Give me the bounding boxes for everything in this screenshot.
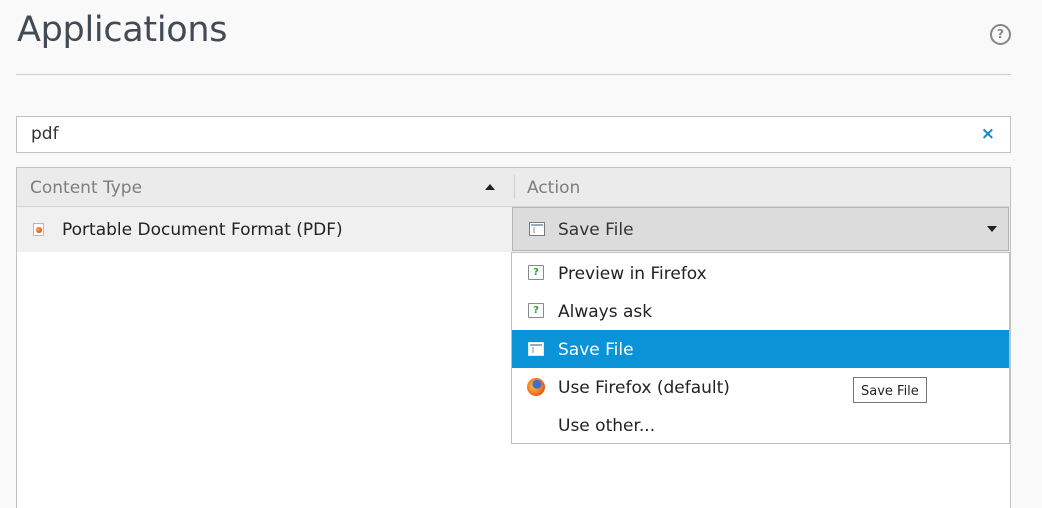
search-input[interactable]	[31, 117, 931, 152]
menu-item-label: Use Firefox (default)	[558, 378, 730, 398]
page-title: Applications	[17, 10, 228, 50]
pdf-document-icon	[33, 223, 44, 236]
menu-item-always-ask[interactable]: ? Always ask	[512, 292, 1009, 330]
dropdown-arrow-icon	[987, 226, 997, 232]
content-type-label: Portable Document Format (PDF)	[62, 220, 343, 240]
sort-ascending-icon[interactable]	[485, 184, 495, 190]
menu-item-preview-in-firefox[interactable]: ? Preview in Firefox	[512, 254, 1009, 292]
menu-item-label: Use other...	[558, 416, 656, 436]
title-divider	[16, 74, 1011, 75]
help-icon[interactable]: ?	[990, 24, 1011, 45]
menu-item-use-firefox[interactable]: Use Firefox (default)	[512, 368, 1009, 406]
action-select[interactable]: Save File	[512, 207, 1009, 251]
firefox-icon	[527, 378, 545, 396]
table-header: Content Type Action	[17, 168, 1010, 207]
column-header-action[interactable]: Action	[527, 168, 580, 206]
search-box: ×	[16, 116, 1011, 153]
menu-item-use-other[interactable]: Use other...	[512, 406, 1009, 444]
menu-item-label: Save File	[558, 340, 634, 360]
menu-item-label: Always ask	[558, 302, 653, 322]
action-dropdown-menu: ? Preview in Firefox ? Always ask Save F…	[511, 252, 1010, 444]
save-file-icon	[528, 342, 544, 356]
clear-search-icon[interactable]: ×	[981, 117, 995, 152]
tooltip: Save File	[853, 377, 927, 403]
table-row[interactable]: Portable Document Format (PDF) Save File	[17, 207, 1010, 252]
action-select-value: Save File	[558, 220, 634, 240]
menu-item-label: Preview in Firefox	[558, 264, 707, 284]
save-file-icon	[529, 222, 545, 236]
menu-item-save-file[interactable]: Save File	[512, 330, 1009, 368]
column-divider[interactable]	[514, 175, 515, 199]
ask-chat-icon: ?	[528, 303, 544, 318]
preview-chat-icon: ?	[528, 265, 544, 280]
column-header-content-type[interactable]: Content Type	[30, 168, 142, 206]
